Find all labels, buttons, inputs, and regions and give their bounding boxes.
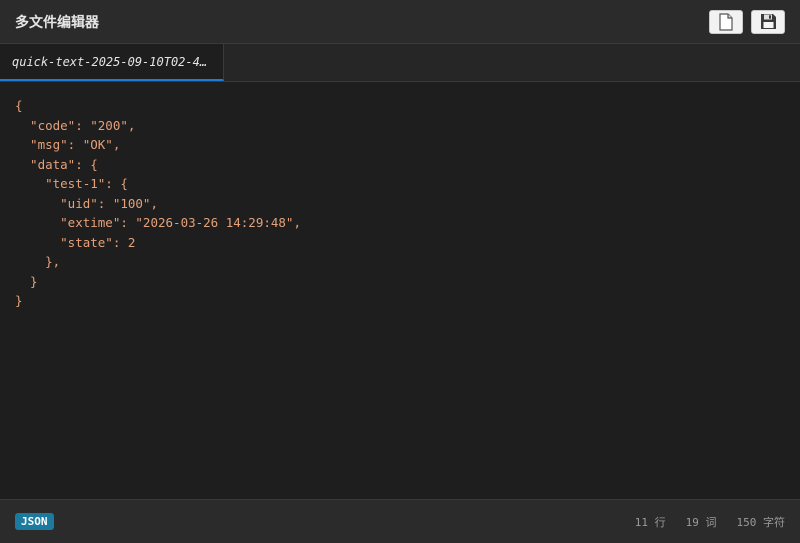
document-stats: 11 行 19 词 150 字符 — [635, 514, 785, 530]
file-icon — [718, 12, 734, 31]
tab-label: quick-text-2025-09-10T02-4… — [12, 54, 208, 69]
save-button[interactable] — [751, 9, 785, 34]
editor-window: 多文件编辑器 quick-text-2025-09-10T02-4… {"co… — [0, 0, 800, 543]
code-editor[interactable]: { "code": "200", "msg": "OK", "data": { … — [0, 82, 800, 499]
editor-content[interactable]: { "code": "200", "msg": "OK", "data": { … — [15, 96, 785, 311]
line-count: 11 行 — [634, 515, 666, 529]
status-bar: JSON 11 行 19 词 150 字符 — [0, 499, 800, 543]
new-file-button[interactable] — [709, 9, 743, 34]
char-count: 150 字符 — [736, 515, 786, 529]
tab-bar: quick-text-2025-09-10T02-4… — [0, 44, 800, 82]
app-title: 多文件编辑器 — [15, 14, 99, 31]
word-count: 19 词 — [685, 515, 717, 529]
floppy-disk-icon — [760, 13, 777, 30]
language-badge[interactable]: JSON — [15, 513, 54, 530]
tab-quick-text[interactable]: quick-text-2025-09-10T02-4… — [0, 44, 224, 81]
title-bar: 多文件编辑器 — [0, 0, 800, 44]
toolbar — [709, 9, 785, 34]
